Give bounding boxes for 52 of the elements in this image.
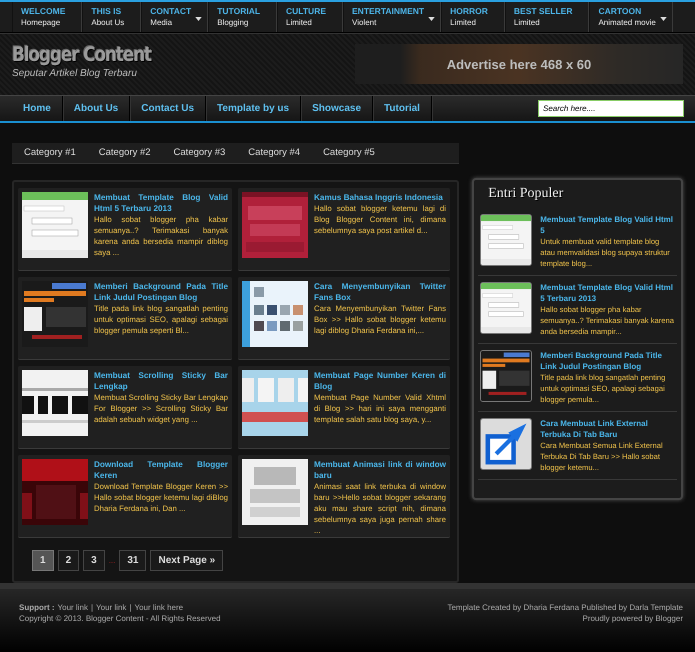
category-link[interactable]: Category #4 [238,147,310,158]
popular-post-title[interactable]: Membuat Template Blog Valid Html 5 Terbaru 2013 [540,282,675,304]
top-menu-item[interactable]: CULTURE Limited [277,2,344,32]
page-link[interactable]: 2 [58,550,80,572]
page-link[interactable]: 3 [83,550,105,572]
ad-banner[interactable]: Advertise here 468 x 60 [355,44,683,84]
top-menu-item[interactable]: HORROR Limited [441,2,505,32]
popular-post-title[interactable]: Membuat Template Blog Valid Html 5 [540,214,675,236]
page-link[interactable]: 31 [119,550,146,572]
footer-link[interactable]: Your link here [134,603,184,612]
blog-tagline: Seputar Artikel Blog Terbaru [12,68,138,79]
post-title[interactable]: Membuat Scrolling Sticky Bar Lengkap [94,370,228,392]
nav-link[interactable]: Showcase [301,96,374,121]
widget-title: Entri Populer [487,185,564,204]
copyright-text: Copyright © 2013. Blogger Content - All Rights Reserved [19,614,221,624]
footer-link[interactable]: Your link [96,603,126,612]
nav-link[interactable]: Contact Us [130,96,206,121]
top-menu-item[interactable]: THIS IS About Us [82,2,142,32]
blog-title[interactable]: Blogger Content [12,42,151,66]
next-page-link[interactable]: Next Page » [150,550,224,572]
post-title[interactable]: Cara Menyembunyikan Twitter Fans Box [314,281,446,304]
page-ellipsis: ... [108,556,116,566]
top-menu-item[interactable]: BEST SELLER Limited [504,2,590,32]
category-link[interactable]: Category #5 [313,147,385,158]
post-title[interactable]: Memberi Background Pada Title Link Judul Postingan Blog [94,281,228,304]
link-separator: | [129,603,132,612]
post-title[interactable]: Membuat Page Number Keren di Blog [314,370,446,392]
popular-post-title[interactable]: Cara Membuat Link External Terbuka Di Tab Baru [540,418,675,440]
post-title[interactable]: Membuat Animasi link di window baru [314,459,446,482]
post-title[interactable]: Download Template Blogger Keren [94,459,228,482]
top-menu-item[interactable]: WELCOME Homepage [12,2,82,32]
nav-link[interactable]: Tutorial [373,96,432,121]
top-menu-item[interactable]: CARTOON Animated movie [589,2,673,32]
footer-link[interactable]: Your link [58,603,88,612]
credits-text: Template Created by Dharia Ferdana Published by Darla Template [447,603,683,612]
category-link[interactable]: Category #3 [164,147,236,158]
post-title[interactable]: Membuat Template Blog Valid Html 5 Terbaru 2013 [94,192,228,214]
search-field[interactable]: Search here.... [538,100,684,117]
nav-link[interactable]: Template by us [206,96,302,121]
category-link[interactable]: Category #2 [88,147,161,158]
page-link[interactable]: 1 [32,550,54,572]
support-label: Support : [19,603,55,612]
link-separator: | [90,603,94,612]
post-title[interactable]: Kamus Bahasa Inggris Indonesia [314,192,446,204]
popular-post-title[interactable]: Memberi Background Pada Title Link Judul Postingan Blog [540,350,675,372]
nav-link[interactable]: About Us [62,96,130,121]
powered-by-text: Proudly powered by Blogger [582,614,683,624]
top-menu-item[interactable]: CONTACT Media [141,2,208,32]
top-menu-item[interactable]: ENTERTAINMENT Violent [343,2,442,32]
category-link[interactable]: Category #1 [14,147,86,158]
nav-link[interactable]: Home [12,96,63,121]
top-menu-item[interactable]: TUTORIAL Blogging [208,2,278,32]
